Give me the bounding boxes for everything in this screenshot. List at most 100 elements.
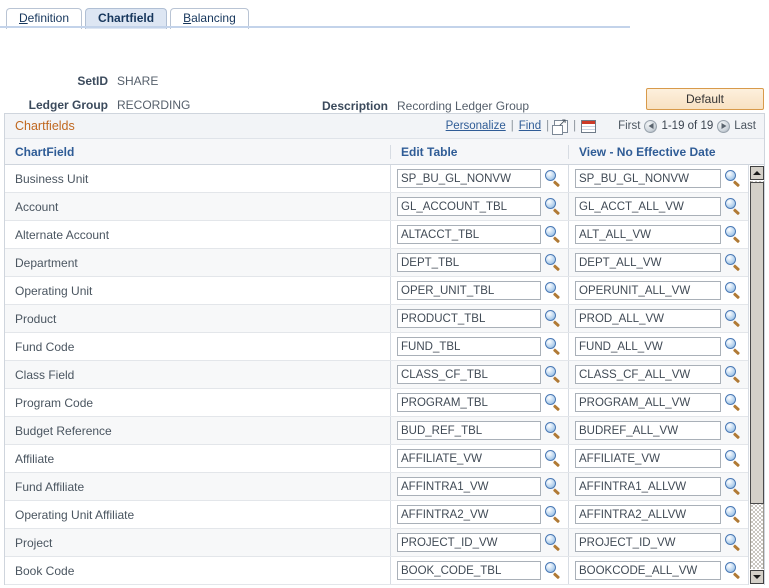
edit-table-input[interactable] — [397, 309, 541, 328]
cell-view-no-effective-date — [568, 501, 748, 528]
cell-chartfield-name: Book Code — [15, 563, 75, 578]
view-table-input[interactable] — [575, 309, 721, 328]
edit-table-input[interactable] — [397, 337, 541, 356]
lookup-magnifier-icon[interactable] — [724, 477, 742, 496]
scrollbar-up-arrow-icon[interactable] — [750, 166, 764, 180]
view-table-input[interactable] — [575, 477, 721, 496]
edit-table-input[interactable] — [397, 561, 541, 580]
view-table-input[interactable] — [575, 449, 721, 468]
scrollbar-thumb[interactable] — [750, 182, 764, 504]
lookup-magnifier-icon[interactable] — [544, 421, 562, 440]
edit-table-input[interactable] — [397, 533, 541, 552]
lookup-magnifier-icon[interactable] — [544, 365, 562, 384]
lookup-magnifier-icon[interactable] — [724, 169, 742, 188]
lookup-magnifier-icon[interactable] — [544, 393, 562, 412]
edit-table-input[interactable] — [397, 449, 541, 468]
view-table-input[interactable] — [575, 393, 721, 412]
default-button[interactable]: Default — [646, 88, 764, 110]
view-table-input[interactable] — [575, 533, 721, 552]
table-row: Program Code — [5, 389, 748, 417]
tab-definition-accel: D — [19, 11, 28, 25]
lookup-magnifier-icon[interactable] — [544, 337, 562, 356]
table-row: Operating Unit — [5, 277, 748, 305]
lookup-magnifier-icon[interactable] — [544, 197, 562, 216]
lookup-magnifier-icon[interactable] — [544, 225, 562, 244]
tab-chartfield-label: Chartfield — [98, 11, 155, 25]
table-row: Operating Unit Affiliate — [5, 501, 748, 529]
lookup-magnifier-icon[interactable] — [544, 561, 562, 580]
cell-edit-table — [390, 277, 568, 304]
lookup-magnifier-icon[interactable] — [724, 197, 742, 216]
cell-view-no-effective-date — [568, 557, 748, 584]
lookup-magnifier-icon[interactable] — [724, 449, 742, 468]
lookup-magnifier-icon[interactable] — [724, 281, 742, 300]
cell-edit-table — [390, 445, 568, 472]
column-header-chartfield[interactable]: ChartField — [5, 145, 390, 159]
lookup-magnifier-icon[interactable] — [724, 505, 742, 524]
view-table-input[interactable] — [575, 169, 721, 188]
scrollbar-down-arrow-icon[interactable] — [750, 570, 764, 584]
lookup-magnifier-icon[interactable] — [724, 393, 742, 412]
edit-table-input[interactable] — [397, 477, 541, 496]
expand-window-icon[interactable] — [552, 117, 569, 135]
chartfields-grid: Chartfields Personalize | Find | | First… — [4, 113, 765, 585]
cell-chartfield-name: Business Unit — [15, 171, 89, 186]
lookup-magnifier-icon[interactable] — [724, 337, 742, 356]
lookup-magnifier-icon[interactable] — [724, 561, 742, 580]
lookup-magnifier-icon[interactable] — [724, 253, 742, 272]
column-header-view-no-effective-date[interactable]: View - No Effective Date — [568, 144, 749, 159]
lookup-magnifier-icon[interactable] — [724, 365, 742, 384]
edit-table-input[interactable] — [397, 169, 541, 188]
cell-view-no-effective-date — [568, 193, 748, 220]
lookup-magnifier-icon[interactable] — [724, 533, 742, 552]
lookup-magnifier-icon[interactable] — [544, 253, 562, 272]
view-table-input[interactable] — [575, 225, 721, 244]
lookup-magnifier-icon[interactable] — [544, 533, 562, 552]
lookup-magnifier-icon[interactable] — [544, 281, 562, 300]
view-table-input[interactable] — [575, 197, 721, 216]
row-range-label: 1-19 of 19 — [661, 120, 714, 132]
lookup-magnifier-icon[interactable] — [724, 421, 742, 440]
cell-edit-table — [390, 557, 568, 584]
toolbar-separator-1: | — [510, 120, 514, 132]
view-table-input[interactable] — [575, 365, 721, 384]
edit-table-input[interactable] — [397, 281, 541, 300]
tab-balancing-accel: B — [183, 11, 192, 25]
edit-table-input[interactable] — [397, 197, 541, 216]
grid-rows: Business Unit Account Alternate Account Dep… — [5, 165, 748, 585]
view-table-input[interactable] — [575, 505, 721, 524]
previous-page-arrow-icon[interactable] — [644, 119, 658, 133]
lookup-magnifier-icon[interactable] — [724, 309, 742, 328]
edit-table-input[interactable] — [397, 253, 541, 272]
cell-chartfield-name: Operating Unit — [15, 283, 93, 298]
lookup-magnifier-icon[interactable] — [544, 309, 562, 328]
download-spreadsheet-icon[interactable] — [581, 119, 597, 133]
first-page-link[interactable]: First — [618, 120, 640, 132]
column-header-edit-table[interactable]: Edit Table — [390, 144, 568, 159]
cell-edit-table — [390, 529, 568, 556]
last-page-link[interactable]: Last — [734, 120, 756, 132]
table-row: Product — [5, 305, 748, 333]
grid-vertical-scrollbar[interactable] — [748, 165, 764, 585]
view-table-input[interactable] — [575, 281, 721, 300]
edit-table-input[interactable] — [397, 393, 541, 412]
view-table-input[interactable] — [575, 421, 721, 440]
personalize-link[interactable]: Personalize — [446, 120, 506, 132]
lookup-magnifier-icon[interactable] — [544, 505, 562, 524]
table-row: Department — [5, 249, 748, 277]
edit-table-input[interactable] — [397, 505, 541, 524]
lookup-magnifier-icon[interactable] — [724, 225, 742, 244]
toolbar-separator-2: | — [546, 120, 550, 132]
edit-table-input[interactable] — [397, 365, 541, 384]
cell-view-no-effective-date — [568, 361, 748, 388]
lookup-magnifier-icon[interactable] — [544, 169, 562, 188]
view-table-input[interactable] — [575, 561, 721, 580]
view-table-input[interactable] — [575, 337, 721, 356]
edit-table-input[interactable] — [397, 421, 541, 440]
next-page-arrow-icon[interactable] — [717, 119, 731, 133]
lookup-magnifier-icon[interactable] — [544, 449, 562, 468]
lookup-magnifier-icon[interactable] — [544, 477, 562, 496]
edit-table-input[interactable] — [397, 225, 541, 244]
find-link[interactable]: Find — [519, 120, 541, 132]
view-table-input[interactable] — [575, 253, 721, 272]
